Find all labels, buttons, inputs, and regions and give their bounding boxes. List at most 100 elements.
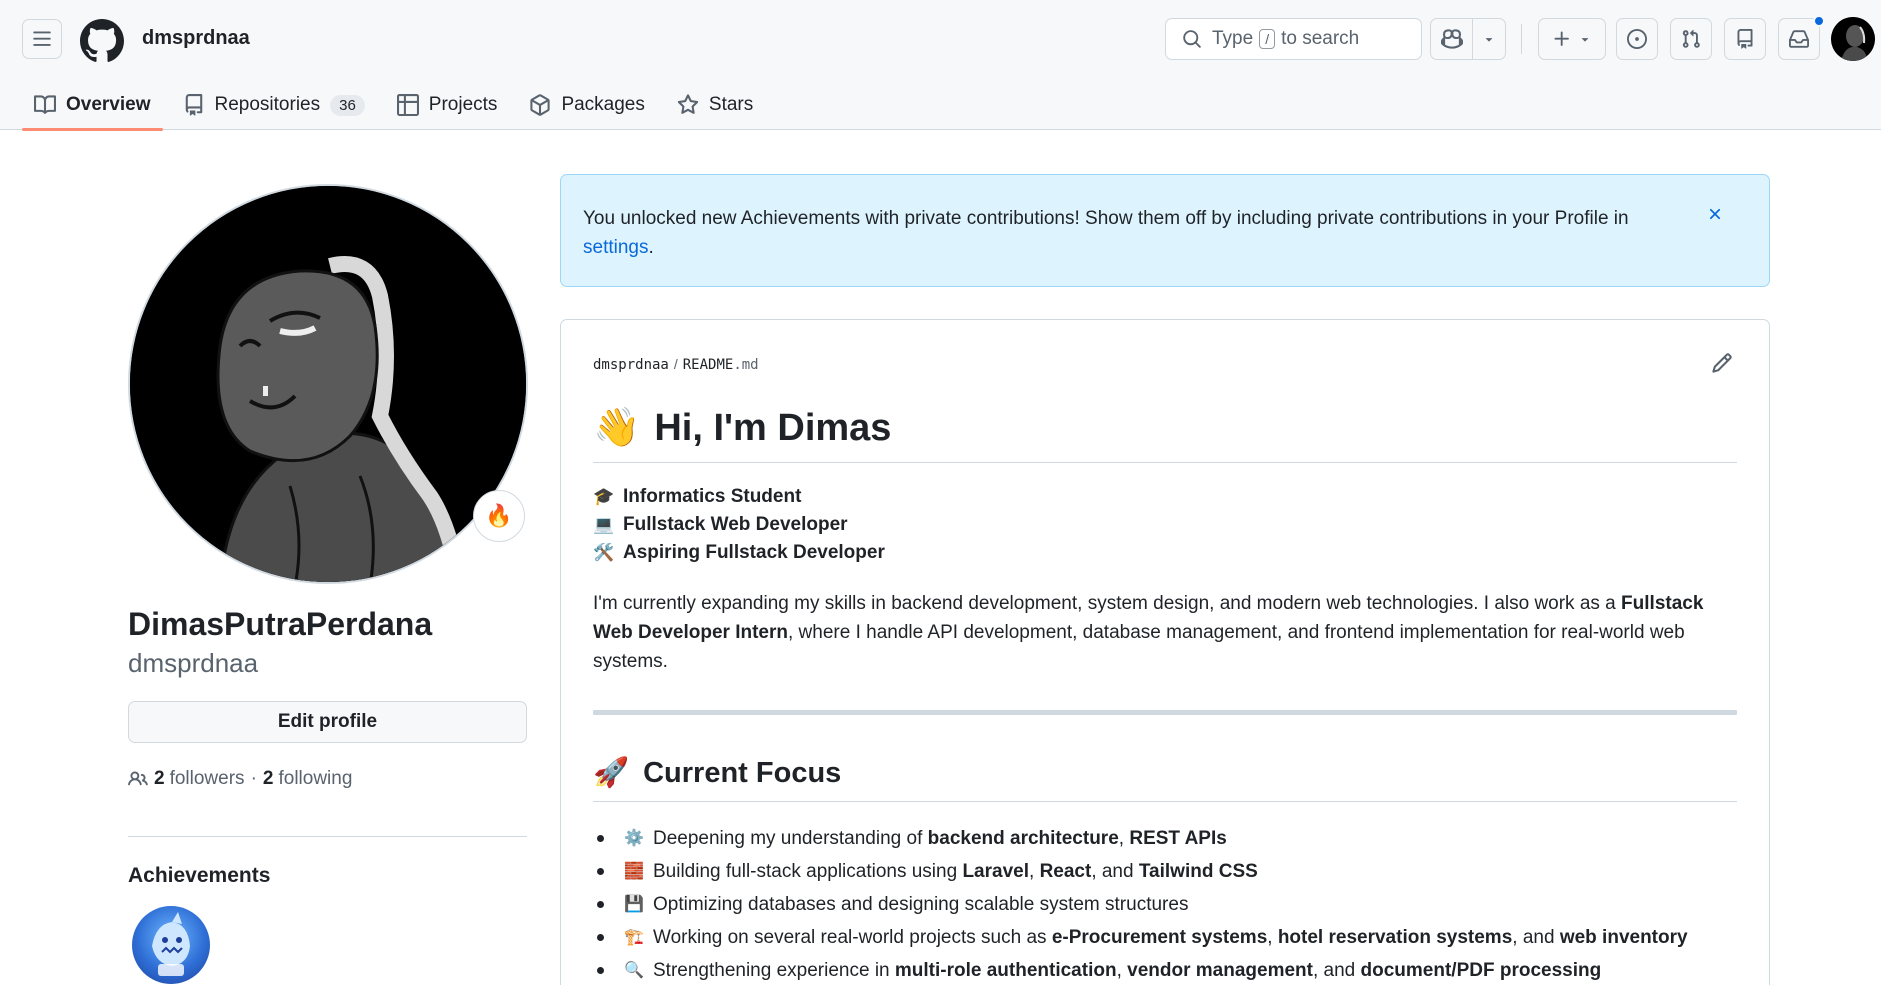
list-item: 🔍 Strengthening experience in multi-role … (593, 954, 1737, 985)
list-item: ⚙️ Deepening my understanding of backend … (593, 822, 1737, 855)
focus-text: Working on several real-world projects s… (653, 921, 1688, 954)
tab-overview[interactable]: Overview (22, 80, 163, 131)
profile-tabs: Overview Repositories 36 Projects Packag… (22, 80, 773, 131)
github-logo-icon[interactable] (79, 19, 124, 63)
readme-title-text: Hi, I'm Dimas (654, 407, 892, 449)
focus-text: Strengthening experience in multi-role a… (653, 954, 1601, 985)
sidebar-divider (128, 836, 527, 837)
settings-link[interactable]: settings (583, 237, 648, 258)
search-placeholder-end: to search (1281, 28, 1360, 49)
profile-login: dmsprdnaa (128, 648, 259, 678)
triangle-down-icon (1581, 38, 1589, 42)
construction-icon: 🏗️ (624, 929, 644, 946)
copilot-button[interactable] (1431, 18, 1472, 60)
flash-period: . (648, 237, 654, 258)
focus-bold-part: React (1039, 861, 1092, 882)
repo-icon (1737, 29, 1753, 49)
separator-dot: · (250, 768, 257, 789)
focus-text-part: Strengthening experience in (653, 960, 895, 981)
tab-packages[interactable]: Packages (517, 80, 656, 130)
search-icon (1183, 30, 1201, 48)
readme-file-link[interactable]: README.md (683, 357, 759, 373)
search-placeholder-start: Type (1212, 28, 1254, 49)
tab-stars-label: Stars (708, 94, 754, 115)
current-focus-heading: 🚀 Current Focus (593, 751, 1737, 802)
magnifying-glass-icon: 🔍 (624, 962, 644, 979)
plus-icon (1554, 31, 1569, 46)
laptop-icon: 💻 (593, 515, 615, 534)
readme-title: 👋 Hi, I'm Dimas (593, 400, 1737, 463)
role-label: Aspiring Fullstack Developer (623, 542, 885, 563)
readme-content: 👋 Hi, I'm Dimas 🎓 Informatics Student 💻 Fu… (593, 400, 1737, 985)
people-icon (128, 771, 148, 786)
gear-icon: ⚙️ (624, 830, 644, 847)
followers-link[interactable]: 2 followers (154, 768, 245, 790)
profile-avatar[interactable] (128, 184, 528, 584)
focus-bold-part: vendor management (1127, 960, 1313, 981)
tab-stars[interactable]: Stars (665, 80, 765, 130)
star-icon (677, 94, 699, 114)
create-new-button[interactable] (1538, 18, 1606, 60)
followers-count: 2 (154, 768, 165, 789)
achievement-badge-icon[interactable] (132, 906, 210, 984)
list-item: 🏗️ Working on several real-world projects… (593, 921, 1737, 954)
focus-bold-part: document/PDF processing (1360, 960, 1602, 981)
tab-projects-label: Projects (428, 94, 498, 115)
search-input[interactable]: Type / to search (1165, 18, 1422, 60)
unread-indicator (1813, 15, 1825, 27)
focus-bold-part: REST APIs (1129, 828, 1227, 849)
role-item: 🛠️ Aspiring Fullstack Developer (593, 539, 1737, 567)
focus-text-part: Building full-stack applications using (653, 861, 963, 882)
menu-button[interactable] (22, 19, 62, 59)
issues-button[interactable] (1616, 18, 1658, 60)
profile-readme-card: dmsprdnaa / README.md 👋 Hi, I'm Dimas 🎓 Inf… (560, 319, 1770, 985)
status-emoji-button[interactable]: 🔥 (473, 490, 525, 542)
readme-owner-link[interactable]: dmsprdnaa (593, 357, 669, 373)
pull-requests-button[interactable] (1670, 18, 1712, 60)
context-username[interactable]: dmsprdnaa (142, 27, 250, 50)
focus-text-part: , (1118, 828, 1130, 849)
focus-bold-part: e-Procurement systems (1051, 927, 1268, 948)
role-label: Fullstack Web Developer (623, 514, 848, 535)
close-icon (1709, 208, 1721, 220)
tools-icon: 🛠️ (593, 543, 615, 562)
edit-profile-button[interactable]: Edit profile (128, 701, 527, 743)
rocket-icon: 🚀 (593, 757, 630, 789)
bricks-icon: 🧱 (624, 863, 644, 880)
tab-repositories[interactable]: Repositories 36 (171, 80, 377, 130)
focus-text: Optimizing databases and designing scala… (653, 888, 1188, 921)
avatar[interactable] (1831, 17, 1875, 61)
focus-text: Deepening my understanding of backend ar… (653, 822, 1227, 855)
edit-readme-button[interactable] (1711, 352, 1737, 378)
follow-stats: 2 followers · 2 following (128, 768, 352, 790)
book-icon (34, 95, 56, 114)
tab-projects[interactable]: Projects (385, 80, 510, 130)
focus-bold-part: multi-role authentication (894, 960, 1117, 981)
intro-text-1: I'm currently expanding my skills in bac… (593, 593, 1622, 614)
path-separator: / (673, 356, 678, 372)
achievements-flash-banner: You unlocked new Achievements with priva… (560, 174, 1770, 287)
repositories-count-badge: 36 (330, 94, 365, 116)
waving-hand-icon: 👋 (593, 407, 641, 449)
repositories-button[interactable] (1724, 18, 1766, 60)
git-pull-request-icon (1682, 29, 1700, 48)
pencil-icon (1712, 353, 1732, 373)
graduation-cap-icon: 🎓 (593, 487, 615, 506)
focus-text-part: , and (1312, 960, 1361, 981)
following-link[interactable]: 2 following (263, 768, 353, 790)
table-icon (396, 94, 419, 116)
followers-label: followers (169, 768, 245, 789)
readme-file-name: README (682, 357, 734, 373)
copilot-menu-button[interactable] (1473, 18, 1505, 60)
focus-bold-part: Laravel (962, 861, 1029, 882)
following-label: following (278, 768, 353, 789)
roles-list: 🎓 Informatics Student 💻 Fullstack Web Deve… (593, 483, 1737, 567)
repo-icon (185, 94, 202, 116)
floppy-disk-icon: 💾 (624, 896, 644, 913)
profile-full-name: DimasPutraPerdana (128, 606, 433, 642)
dismiss-flash-button[interactable] (1701, 200, 1729, 228)
readme-file-ext: .md (733, 357, 759, 373)
role-item: 🎓 Informatics Student (593, 483, 1737, 511)
focus-list: ⚙️ Deepening my understanding of backend … (593, 822, 1737, 985)
focus-bold-part: Tailwind CSS (1138, 861, 1258, 882)
